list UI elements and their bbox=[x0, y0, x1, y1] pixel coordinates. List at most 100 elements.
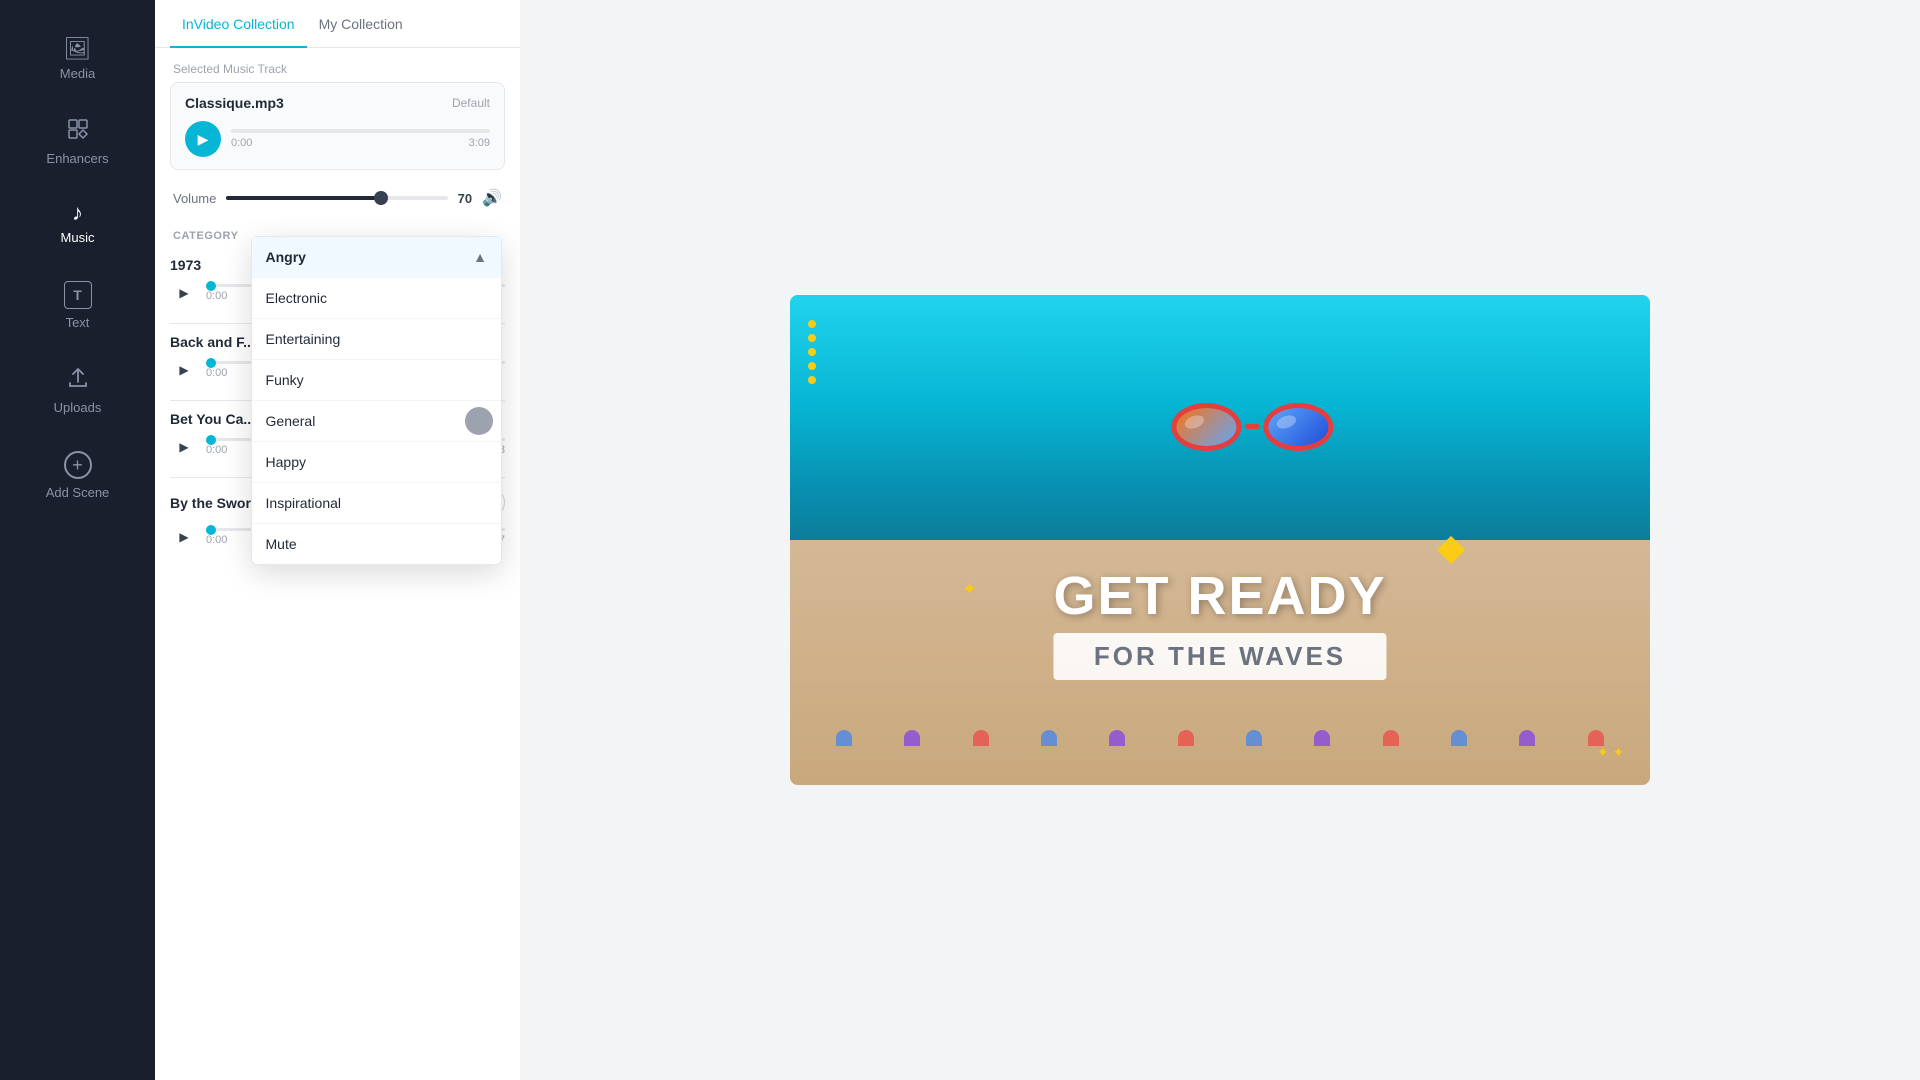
umbrella-7 bbox=[1246, 730, 1262, 746]
dropdown-item-inspirational[interactable]: Inspirational bbox=[252, 483, 501, 524]
dropdown-item-entertaining[interactable]: Entertaining bbox=[252, 319, 501, 360]
uploads-icon bbox=[66, 366, 90, 394]
left-lens bbox=[1171, 403, 1241, 451]
dropdown-item-mute[interactable]: Mute bbox=[252, 524, 501, 564]
dropdown-item-happy-label: Happy bbox=[266, 454, 306, 470]
dot-5 bbox=[808, 376, 816, 384]
dot-1 bbox=[808, 320, 816, 328]
scroll-thumb[interactable] bbox=[465, 407, 493, 435]
dots-left bbox=[808, 320, 816, 384]
dropdown-item-entertaining-label: Entertaining bbox=[266, 331, 341, 347]
dropdown-item-electronic-label: Electronic bbox=[266, 290, 327, 306]
hero-title: GET READY bbox=[1053, 565, 1386, 627]
selected-track-card: Classique.mp3 Default ▶ 0:00 3:09 bbox=[170, 82, 505, 170]
sidebar-label-uploads: Uploads bbox=[54, 400, 102, 415]
volume-icon: 🔊 bbox=[482, 188, 502, 208]
volume-label: Volume bbox=[173, 191, 216, 206]
selected-track-times: 0:00 3:09 bbox=[231, 137, 490, 149]
music-icon: ♪ bbox=[72, 202, 83, 224]
dropdown-menu: Angry ▲ Electronic Entertaining Funky Ge… bbox=[251, 236, 502, 565]
sidebar-item-enhancers[interactable]: Enhancers bbox=[0, 99, 155, 184]
umbrella-2 bbox=[904, 730, 920, 746]
track-bet-progress-thumb bbox=[206, 435, 216, 445]
track-back-play-button[interactable]: ▶ bbox=[170, 356, 198, 384]
dropdown-item-inspirational-label: Inspirational bbox=[266, 495, 342, 511]
selected-track-total-time: 3:09 bbox=[469, 137, 490, 149]
track-back-title: Back and F... bbox=[170, 334, 255, 350]
hero-text: GET READY FOR THE WAVES bbox=[1053, 565, 1386, 680]
beach-items bbox=[790, 686, 1650, 746]
umbrella-6 bbox=[1178, 730, 1194, 746]
track-bet-current: 0:00 bbox=[206, 444, 227, 456]
track-sword-current: 0:00 bbox=[206, 534, 227, 546]
tab-invideo-collection[interactable]: InVideo Collection bbox=[170, 0, 307, 48]
selected-track-current-time: 0:00 bbox=[231, 137, 252, 149]
sidebar-label-add-scene: Add Scene bbox=[46, 485, 110, 500]
track-back-progress-thumb bbox=[206, 358, 216, 368]
umbrella-1 bbox=[836, 730, 852, 746]
music-panel: InVideo Collection My Collection Selecte… bbox=[155, 0, 520, 1080]
selected-track-progress-bar[interactable] bbox=[231, 129, 490, 133]
video-preview: GET READY FOR THE WAVES ✦ bbox=[790, 295, 1650, 785]
dropdown-item-general[interactable]: General bbox=[252, 401, 501, 442]
umbrella-3 bbox=[973, 730, 989, 746]
sidebar-label-enhancers: Enhancers bbox=[46, 151, 108, 166]
add-scene-icon: + bbox=[64, 451, 92, 479]
dot-2 bbox=[808, 334, 816, 342]
volume-value: 70 bbox=[458, 191, 472, 206]
dropdown-item-funky[interactable]: Funky bbox=[252, 360, 501, 401]
sidebar-item-text[interactable]: T Text bbox=[0, 263, 155, 348]
sidebar-label-music: Music bbox=[61, 230, 95, 245]
track-1973-current: 0:00 bbox=[206, 290, 227, 302]
dropdown-item-angry-label: Angry bbox=[266, 249, 306, 265]
volume-fill bbox=[226, 196, 381, 200]
track-back-current: 0:00 bbox=[206, 367, 227, 379]
track-1973-play-button[interactable]: ▶ bbox=[170, 279, 198, 307]
umbrella-8 bbox=[1314, 730, 1330, 746]
star-decoration: ✦ bbox=[962, 579, 977, 600]
text-icon: T bbox=[64, 281, 92, 309]
dropdown-item-funky-label: Funky bbox=[266, 372, 304, 388]
dropdown-item-angry[interactable]: Angry ▲ bbox=[252, 237, 501, 278]
track-bet-title: Bet You Ca... bbox=[170, 411, 255, 427]
selected-track-default: Default bbox=[452, 96, 490, 110]
tab-my-collection[interactable]: My Collection bbox=[307, 0, 415, 48]
track-sword-play-button[interactable]: ▶ bbox=[170, 523, 198, 551]
hero-subtitle: FOR THE WAVES bbox=[1053, 633, 1386, 680]
track-sword-progress-thumb bbox=[206, 525, 216, 535]
selected-track-progress-container[interactable]: 0:00 3:09 bbox=[231, 129, 490, 149]
sidebar-item-media[interactable]: 🖼 Media bbox=[0, 20, 155, 99]
volume-thumb[interactable] bbox=[374, 191, 388, 205]
volume-slider[interactable] bbox=[226, 196, 447, 200]
enhancers-icon bbox=[66, 117, 90, 145]
sidebar-label-text: Text bbox=[66, 315, 90, 330]
umbrella-5 bbox=[1109, 730, 1125, 746]
track-1973-title: 1973 bbox=[170, 257, 201, 273]
media-icon: 🖼 bbox=[64, 38, 92, 60]
collapse-icon: ▲ bbox=[473, 249, 487, 265]
track-1973-progress-thumb bbox=[206, 281, 216, 291]
right-lens-shine bbox=[1275, 413, 1298, 431]
dropdown-item-electronic[interactable]: Electronic bbox=[252, 278, 501, 319]
dropdown-item-happy[interactable]: Happy bbox=[252, 442, 501, 483]
sidebar-item-music[interactable]: ♪ Music bbox=[0, 184, 155, 263]
track-bet-play-button[interactable]: ▶ bbox=[170, 433, 198, 461]
sidebar-item-uploads[interactable]: Uploads bbox=[0, 348, 155, 433]
left-lens-shine bbox=[1183, 413, 1206, 431]
sidebar: 🖼 Media Enhancers ♪ Music T Text Uploads bbox=[0, 0, 155, 1080]
right-lens bbox=[1263, 403, 1333, 451]
selected-track-play-button[interactable]: ▶ bbox=[185, 121, 221, 157]
umbrella-10 bbox=[1451, 730, 1467, 746]
dot-3 bbox=[808, 348, 816, 356]
category-label: CATEGORY bbox=[173, 230, 239, 242]
umbrella-9 bbox=[1383, 730, 1399, 746]
preview-area: GET READY FOR THE WAVES ✦ bbox=[520, 0, 1920, 1080]
bottom-stars: ✦ ✦ bbox=[1597, 744, 1624, 761]
umbrella-11 bbox=[1519, 730, 1535, 746]
track-sword-title: By the Sword bbox=[170, 495, 259, 511]
category-row: CATEGORY Angry ▲ Electronic Entertaining… bbox=[155, 222, 520, 242]
sidebar-item-add-scene[interactable]: + Add Scene bbox=[0, 433, 155, 518]
sunglasses-decoration bbox=[1171, 403, 1333, 451]
dot-4 bbox=[808, 362, 816, 370]
panel-tabs: InVideo Collection My Collection bbox=[155, 0, 520, 48]
